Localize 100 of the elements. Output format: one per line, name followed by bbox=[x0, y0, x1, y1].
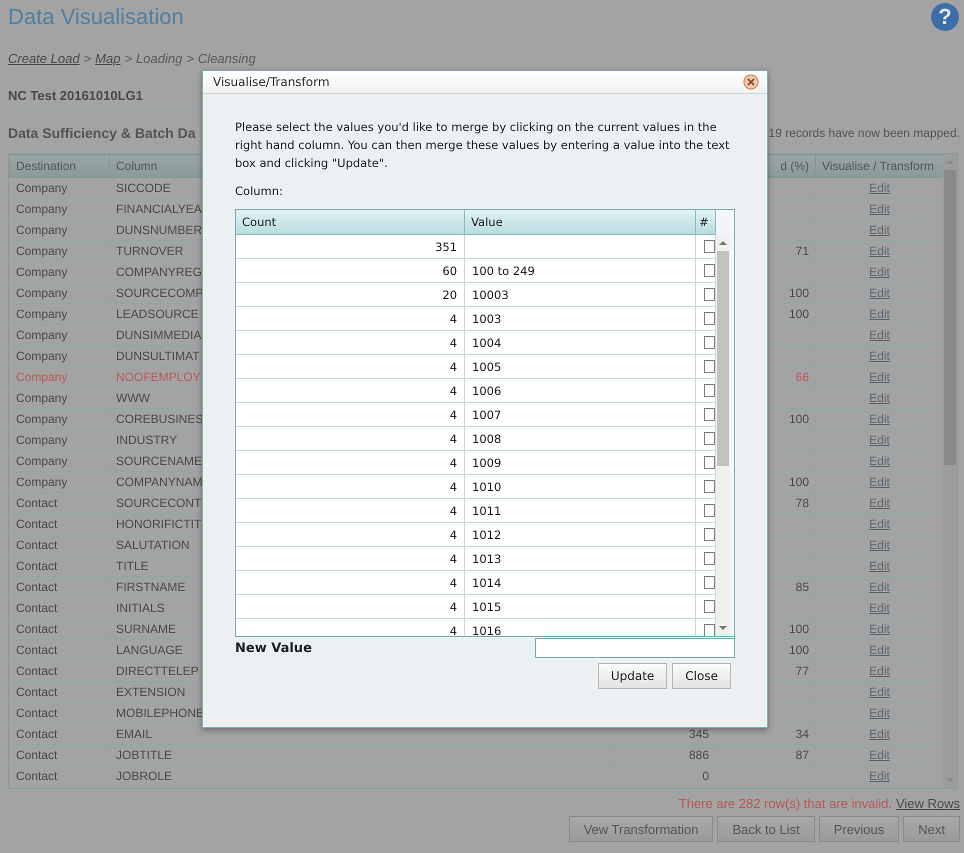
edit-link[interactable]: Edit bbox=[869, 643, 890, 657]
breadcrumb-item: Loading bbox=[136, 51, 182, 66]
count-cell: 60 bbox=[442, 264, 458, 278]
page-button[interactable]: Back to List bbox=[717, 816, 815, 842]
table-cell: Company bbox=[16, 412, 68, 426]
table-cell: Contact bbox=[16, 559, 58, 573]
table-cell: Contact bbox=[16, 496, 58, 510]
edit-link[interactable]: Edit bbox=[869, 538, 890, 552]
edit-link[interactable]: Edit bbox=[869, 748, 890, 762]
page-button[interactable]: Next bbox=[903, 816, 960, 842]
edit-link[interactable]: Edit bbox=[869, 307, 890, 321]
checkbox[interactable] bbox=[704, 240, 716, 253]
edit-link[interactable]: Edit bbox=[869, 517, 890, 531]
value-cell[interactable]: 1012 bbox=[472, 528, 502, 542]
value-cell[interactable]: 1009 bbox=[472, 456, 502, 470]
table-cell: Company bbox=[16, 391, 68, 405]
edit-link[interactable]: Edit bbox=[869, 580, 890, 594]
value-cell[interactable]: 1008 bbox=[472, 432, 502, 446]
dialog-title: Visualise/Transform bbox=[213, 75, 330, 89]
scrollbar[interactable] bbox=[943, 154, 957, 788]
table-cell: Contact bbox=[16, 727, 58, 741]
table-cell: HONORIFICTIT bbox=[116, 517, 202, 531]
edit-link[interactable]: Edit bbox=[869, 244, 890, 258]
edit-link[interactable]: Edit bbox=[869, 496, 890, 510]
edit-link[interactable]: Edit bbox=[869, 433, 890, 447]
checkbox[interactable] bbox=[704, 552, 716, 565]
value-cell[interactable]: 100 to 249 bbox=[472, 264, 535, 278]
breadcrumb-link[interactable]: Map bbox=[95, 51, 120, 66]
edit-link[interactable]: Edit bbox=[869, 391, 890, 405]
help-icon[interactable]: ? bbox=[931, 3, 959, 31]
edit-link[interactable]: Edit bbox=[869, 349, 890, 363]
new-value-field[interactable] bbox=[535, 638, 735, 658]
checkbox[interactable] bbox=[704, 264, 716, 277]
table-cell: Contact bbox=[16, 538, 58, 552]
value-cell[interactable]: 1013 bbox=[472, 552, 502, 566]
edit-link[interactable]: Edit bbox=[869, 664, 890, 678]
value-cell[interactable]: 1007 bbox=[472, 408, 502, 422]
page-title: Data Visualisation bbox=[8, 4, 184, 30]
edit-link[interactable]: Edit bbox=[869, 370, 890, 384]
table-cell: Company bbox=[16, 265, 68, 279]
value-cell[interactable]: 1016 bbox=[472, 624, 502, 636]
checkbox[interactable] bbox=[704, 600, 716, 613]
edit-link[interactable]: Edit bbox=[869, 769, 890, 783]
edit-link[interactable]: Edit bbox=[869, 622, 890, 636]
edit-link[interactable]: Edit bbox=[869, 685, 890, 699]
value-cell[interactable]: 1004 bbox=[472, 336, 502, 350]
dialog-button[interactable]: Close bbox=[672, 663, 731, 689]
edit-link[interactable]: Edit bbox=[869, 265, 890, 279]
breadcrumb-link[interactable]: Create Load bbox=[8, 51, 80, 66]
value-cell[interactable]: 1010 bbox=[472, 480, 502, 494]
page-button[interactable]: Previous bbox=[818, 816, 900, 842]
checkbox[interactable] bbox=[704, 528, 716, 541]
value-cell[interactable]: 10003 bbox=[472, 288, 509, 302]
edit-link[interactable]: Edit bbox=[869, 706, 890, 720]
table-cell: INDUSTRY bbox=[116, 433, 178, 447]
value-cell[interactable]: 1003 bbox=[472, 312, 502, 326]
checkbox[interactable] bbox=[704, 504, 716, 517]
grid-header: Value bbox=[465, 210, 696, 234]
edit-link[interactable]: Edit bbox=[869, 223, 890, 237]
edit-link[interactable]: Edit bbox=[869, 475, 890, 489]
close-icon[interactable] bbox=[743, 74, 759, 90]
dialog-button[interactable]: Update bbox=[598, 663, 668, 689]
edit-link[interactable]: Edit bbox=[869, 328, 890, 342]
checkbox[interactable] bbox=[704, 336, 716, 349]
column-label: Column: bbox=[235, 184, 284, 198]
checkbox[interactable] bbox=[704, 480, 716, 493]
breadcrumb-separator: > bbox=[84, 51, 92, 66]
count-cell: 4 bbox=[450, 336, 458, 350]
view-rows-link[interactable]: View Rows bbox=[896, 796, 960, 811]
edit-link[interactable]: Edit bbox=[869, 181, 890, 195]
checkbox[interactable] bbox=[704, 384, 716, 397]
value-cell[interactable]: 1006 bbox=[472, 384, 502, 398]
value-cell[interactable]: 1011 bbox=[472, 504, 502, 518]
page-button[interactable]: Vew Transformation bbox=[568, 816, 714, 842]
checkbox[interactable] bbox=[704, 432, 716, 445]
checkbox[interactable] bbox=[704, 456, 716, 469]
count-cell: 4 bbox=[450, 408, 458, 422]
checkbox[interactable] bbox=[704, 624, 716, 636]
table-cell: Company bbox=[16, 202, 68, 216]
edit-link[interactable]: Edit bbox=[869, 727, 890, 741]
checkbox[interactable] bbox=[704, 312, 716, 325]
checkbox[interactable] bbox=[704, 360, 716, 373]
table-cell: 100 bbox=[788, 286, 809, 300]
count-cell: 4 bbox=[450, 576, 458, 590]
edit-link[interactable]: Edit bbox=[869, 202, 890, 216]
edit-link[interactable]: Edit bbox=[869, 601, 890, 615]
value-cell[interactable]: 1015 bbox=[472, 600, 502, 614]
count-cell: 4 bbox=[450, 480, 458, 494]
value-cell[interactable]: 1005 bbox=[472, 360, 502, 374]
table-cell: COREBUSINES bbox=[116, 412, 204, 426]
edit-link[interactable]: Edit bbox=[869, 559, 890, 573]
edit-link[interactable]: Edit bbox=[869, 454, 890, 468]
count-cell: 4 bbox=[450, 600, 458, 614]
checkbox[interactable] bbox=[704, 408, 716, 421]
checkbox[interactable] bbox=[704, 288, 716, 301]
value-cell[interactable]: 1014 bbox=[472, 576, 502, 590]
scrollbar[interactable] bbox=[716, 235, 730, 636]
checkbox[interactable] bbox=[704, 576, 716, 589]
edit-link[interactable]: Edit bbox=[869, 286, 890, 300]
edit-link[interactable]: Edit bbox=[869, 412, 890, 426]
